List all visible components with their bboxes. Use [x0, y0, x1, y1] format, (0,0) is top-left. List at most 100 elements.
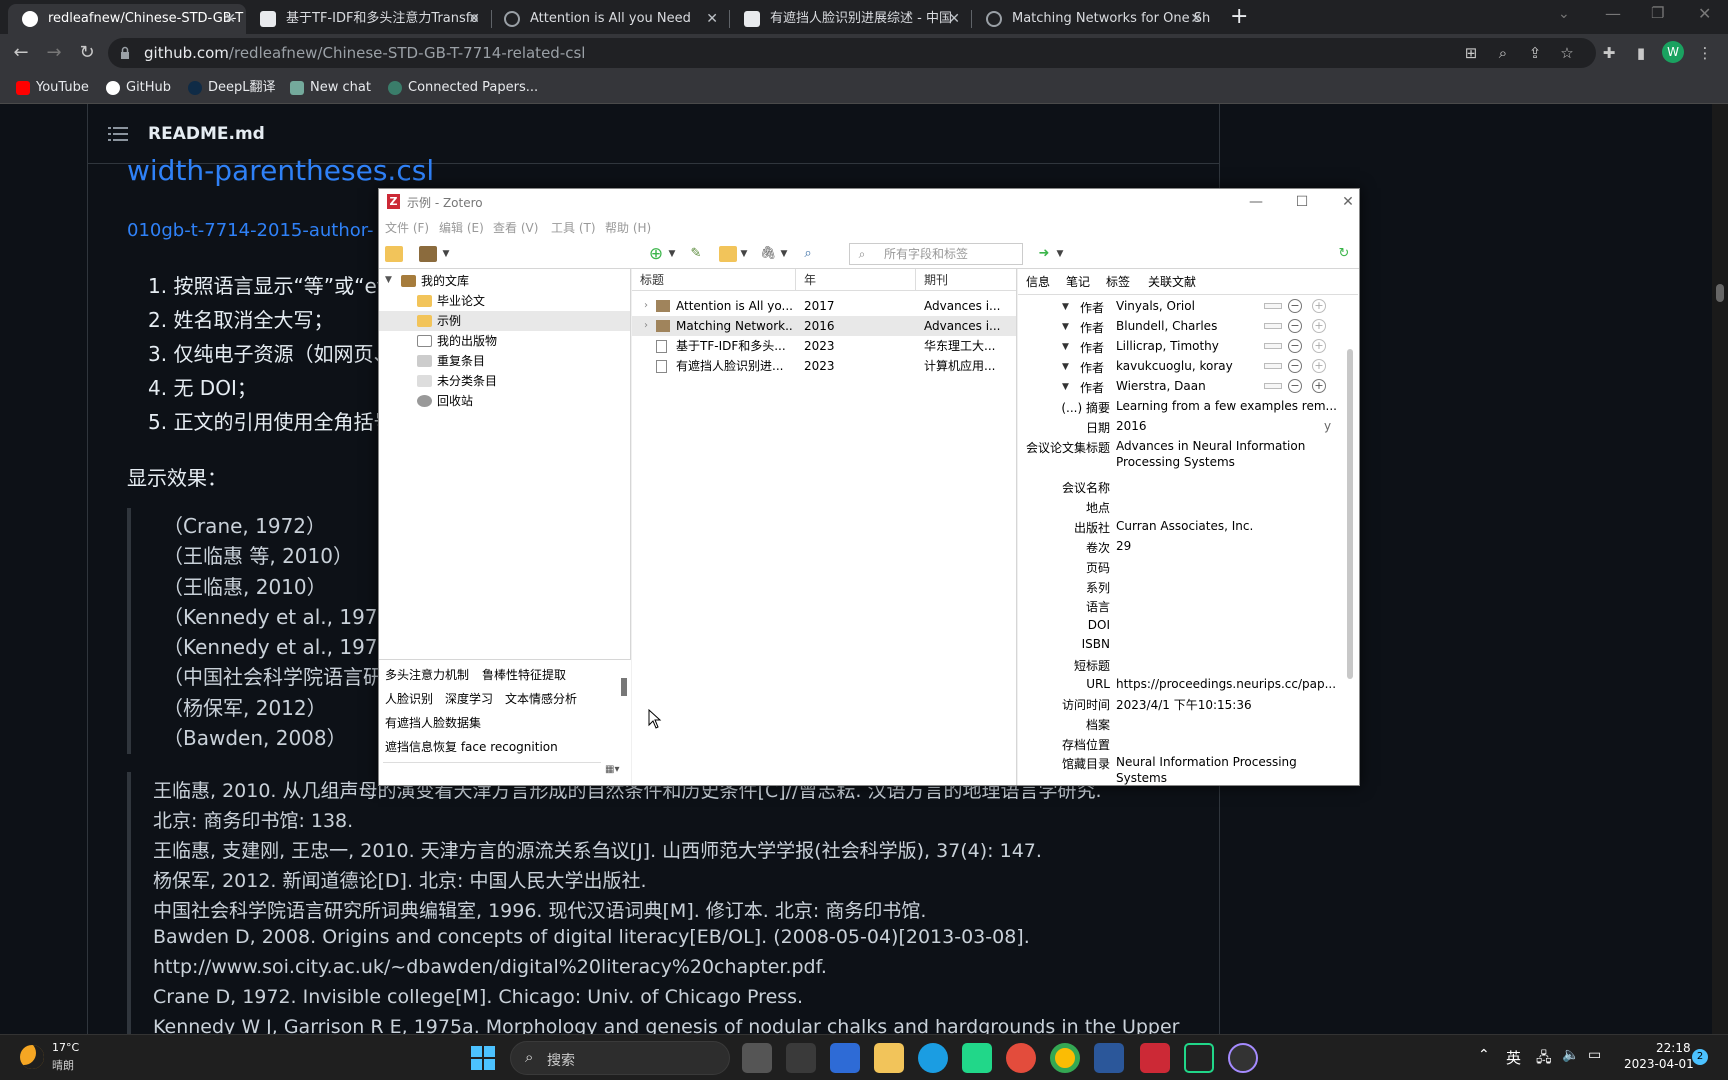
field-date[interactable]: 2016 [1116, 419, 1147, 433]
sync-icon[interactable]: ↻ [1335, 246, 1353, 262]
field-url[interactable]: https://proceedings.neurips.cc/pap... [1116, 677, 1336, 691]
remove-creator-icon[interactable]: − [1288, 379, 1302, 393]
remove-creator-icon[interactable]: − [1288, 359, 1302, 373]
tab-zhihu[interactable]: 基于TF-IDF和多头注意力Transfo ✕ [246, 4, 490, 34]
notification-badge[interactable]: 2 [1692, 1049, 1708, 1065]
tag-item[interactable]: 遮挡信息恢复 face recognition [385, 738, 558, 755]
address-bar[interactable]: github.com/redleafnew/Chinese-STD-GB-T-7… [108, 38, 1596, 68]
back-icon[interactable]: ← [10, 42, 32, 64]
tag-filter-input[interactable] [383, 762, 601, 780]
item-row[interactable]: 基于TF-IDF和多头... 2023 华东理工大... [632, 336, 1016, 356]
media-player-icon[interactable] [1228, 1043, 1258, 1073]
clock-date[interactable]: 2023-04-01 [1624, 1057, 1694, 1071]
remove-creator-icon[interactable]: − [1288, 299, 1302, 313]
advanced-search-icon[interactable]: ⌕ [799, 246, 817, 262]
creator-name[interactable]: Lillicrap, Timothy [1116, 339, 1219, 353]
expand-caret-icon[interactable]: ▼ [385, 275, 392, 285]
tag-options-icon[interactable]: ▦▾ [605, 764, 619, 775]
app-shield-icon[interactable] [830, 1043, 860, 1073]
item-row[interactable]: 有遮挡人脸识别进... 2023 计算机应用... [632, 356, 1016, 376]
remove-creator-icon[interactable]: − [1288, 319, 1302, 333]
share-icon[interactable]: ⇪ [1524, 42, 1546, 64]
close-icon[interactable]: ✕ [706, 4, 718, 34]
creator-name[interactable]: kavukcuoglu, koray [1116, 359, 1233, 373]
weather-desc[interactable]: 晴朗 [52, 1057, 74, 1073]
close-icon[interactable]: ✕ [948, 4, 960, 34]
name-swap-icon[interactable] [1264, 343, 1282, 349]
collection-duplicates[interactable]: 重复条目 [417, 351, 485, 371]
bookmark-connected-papers[interactable]: Connected Papers... [386, 72, 538, 104]
field-catalog[interactable]: Neural Information Processing [1116, 755, 1297, 769]
pycharm-icon[interactable] [962, 1043, 992, 1073]
translate-icon[interactable]: ⊞ [1460, 42, 1482, 64]
sidepanel-icon[interactable]: ▮ [1630, 42, 1652, 64]
tab-related[interactable]: 关联文献 [1148, 273, 1196, 290]
column-journal[interactable]: 期刊 [916, 269, 1016, 291]
menu-view[interactable]: 查看 (V) [493, 219, 538, 236]
maximize-icon[interactable]: ☐ [1287, 191, 1317, 213]
creator-type-caret-icon[interactable]: ▼ [1062, 342, 1069, 352]
field-catalog-cont[interactable]: Systems [1116, 771, 1167, 785]
tag-scrollbar[interactable] [621, 678, 627, 696]
tag-item[interactable]: 多头注意力机制 [385, 666, 469, 683]
clion-icon[interactable] [1184, 1043, 1214, 1073]
tab-matching[interactable]: Matching Networks for One Sh ✕ [972, 4, 1212, 34]
dropdown-arrow-icon[interactable]: ▼ [663, 246, 681, 262]
name-swap-icon[interactable] [1264, 303, 1282, 309]
field-abstract[interactable]: Learning from a few examples rem... [1116, 399, 1337, 413]
menu-edit[interactable]: 编辑 (E) [439, 219, 484, 236]
tab-attention[interactable]: Attention is All you Need ✕ [490, 4, 728, 34]
bookmark-youtube[interactable]: YouTube [14, 72, 89, 104]
creator-type-caret-icon[interactable]: ▼ [1062, 382, 1069, 392]
bookmark-github[interactable]: GitHub [104, 72, 171, 104]
chevron-up-icon[interactable]: ⌃ [1478, 1047, 1490, 1063]
creator-name[interactable]: Blundell, Charles [1116, 319, 1217, 333]
tab-notes[interactable]: 笔记 [1066, 273, 1090, 290]
new-collection-icon[interactable] [385, 246, 403, 262]
tag-item[interactable]: 有遮挡人脸数据集 [385, 714, 481, 731]
taskbar-search[interactable]: ⌕ 搜索 [510, 1041, 730, 1075]
tab-cnki[interactable]: 有遮挡人脸识别进展综述 - 中国 ✕ [730, 4, 970, 34]
dropdown-arrow-icon[interactable]: ▼ [1051, 246, 1069, 262]
new-library-icon[interactable] [419, 246, 437, 262]
name-swap-icon[interactable] [1264, 323, 1282, 329]
section-heading-link[interactable]: width-parentheses.csl [127, 154, 434, 187]
new-tab-button[interactable]: + [1230, 4, 1248, 29]
ime-indicator[interactable]: 英 [1506, 1047, 1521, 1068]
tag-item[interactable]: 深度学习 [445, 690, 493, 707]
outline-menu-icon[interactable] [108, 126, 128, 142]
field-label-abstract[interactable]: (...) 摘要 [1061, 399, 1110, 416]
tab-github[interactable]: redleafnew/Chinese-STD-GB-T ✕ [8, 4, 246, 34]
bookmark-new-chat[interactable]: New chat [288, 72, 371, 104]
close-icon[interactable]: ✕ [1333, 191, 1363, 213]
edge-icon[interactable] [918, 1043, 948, 1073]
zoom-icon[interactable]: ⌕ [1492, 42, 1514, 64]
collection-my-library[interactable]: 我的文库 [401, 271, 469, 291]
collection-example[interactable]: 示例 [417, 311, 461, 331]
app-swirl-icon[interactable] [1006, 1043, 1036, 1073]
forward-icon[interactable]: → [43, 42, 65, 64]
clock-time[interactable]: 22:18 [1656, 1041, 1691, 1055]
restore-icon[interactable]: ❐ [1651, 4, 1664, 22]
scroll-thumb[interactable] [1716, 284, 1724, 302]
extensions-icon[interactable]: ✚ [1598, 42, 1620, 64]
dropdown-arrow-icon[interactable]: ▼ [775, 246, 793, 262]
csl-file-link[interactable]: 010gb-t-7714-2015-author- [127, 220, 374, 241]
creator-type-caret-icon[interactable]: ▼ [1062, 322, 1069, 332]
reference-url-link[interactable]: http://www.soi.city.ac.uk/~dbawden/digit… [153, 956, 827, 978]
profile-avatar[interactable]: W [1662, 41, 1684, 63]
column-title[interactable]: 标题 [632, 269, 796, 291]
tag-item[interactable]: 人脸识别 [385, 690, 433, 707]
expand-caret-icon[interactable]: › [644, 296, 648, 316]
reload-icon[interactable]: ↻ [76, 42, 98, 64]
bookmark-star-icon[interactable]: ☆ [1556, 42, 1578, 64]
info-scrollbar[interactable] [1347, 349, 1353, 679]
tag-item[interactable]: 鲁棒性特征提取 [482, 666, 566, 683]
collection-thesis[interactable]: 毕业论文 [417, 291, 485, 311]
dropdown-arrow-icon[interactable]: ▼ [735, 246, 753, 262]
menu-dots-icon[interactable]: ⋮ [1694, 42, 1716, 64]
column-year[interactable]: 年 [796, 269, 916, 291]
weather-temp[interactable]: 17°C [52, 1041, 79, 1054]
close-icon[interactable]: ✕ [1190, 4, 1202, 34]
page-scrollbar[interactable] [1712, 104, 1728, 1034]
